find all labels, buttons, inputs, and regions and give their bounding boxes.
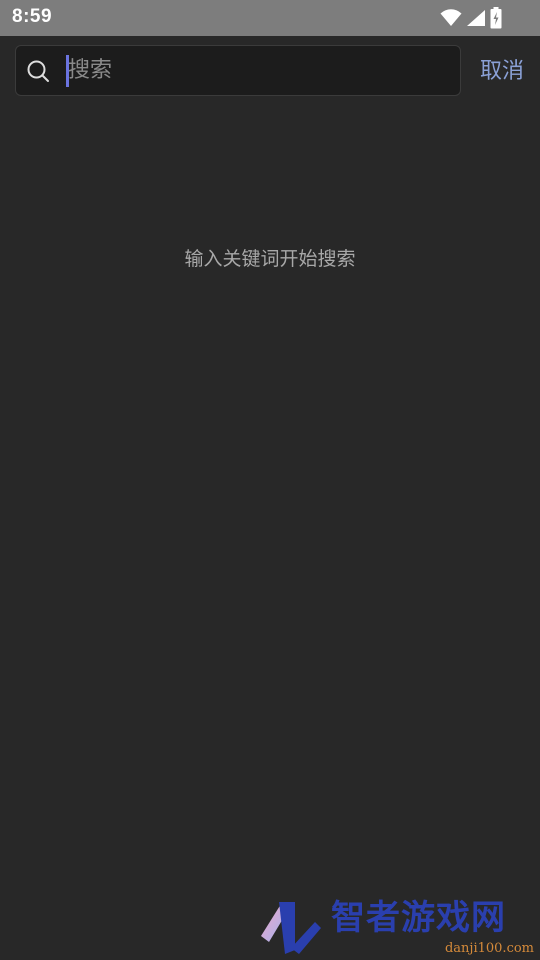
watermark-subtitle: danji100.com — [444, 941, 534, 956]
empty-state-hint: 输入关键词开始搜索 — [184, 248, 356, 270]
watermark-logo-icon — [261, 902, 321, 954]
wifi-icon — [440, 9, 462, 26]
status-time: 8:59 — [12, 6, 53, 27]
battery-charging-icon — [490, 7, 502, 29]
signal-icon — [467, 10, 485, 26]
search-box[interactable] — [15, 45, 461, 96]
search-bar: 取消 — [0, 36, 540, 108]
watermark-title: 智者游戏网 — [331, 898, 506, 938]
cancel-button[interactable]: 取消 — [474, 56, 530, 88]
status-bar: 8:59 — [0, 0, 540, 36]
status-icons — [440, 7, 502, 29]
search-icon — [27, 60, 49, 82]
search-input[interactable] — [68, 46, 448, 95]
watermark: 智者游戏网 danji100.com — [255, 890, 540, 960]
